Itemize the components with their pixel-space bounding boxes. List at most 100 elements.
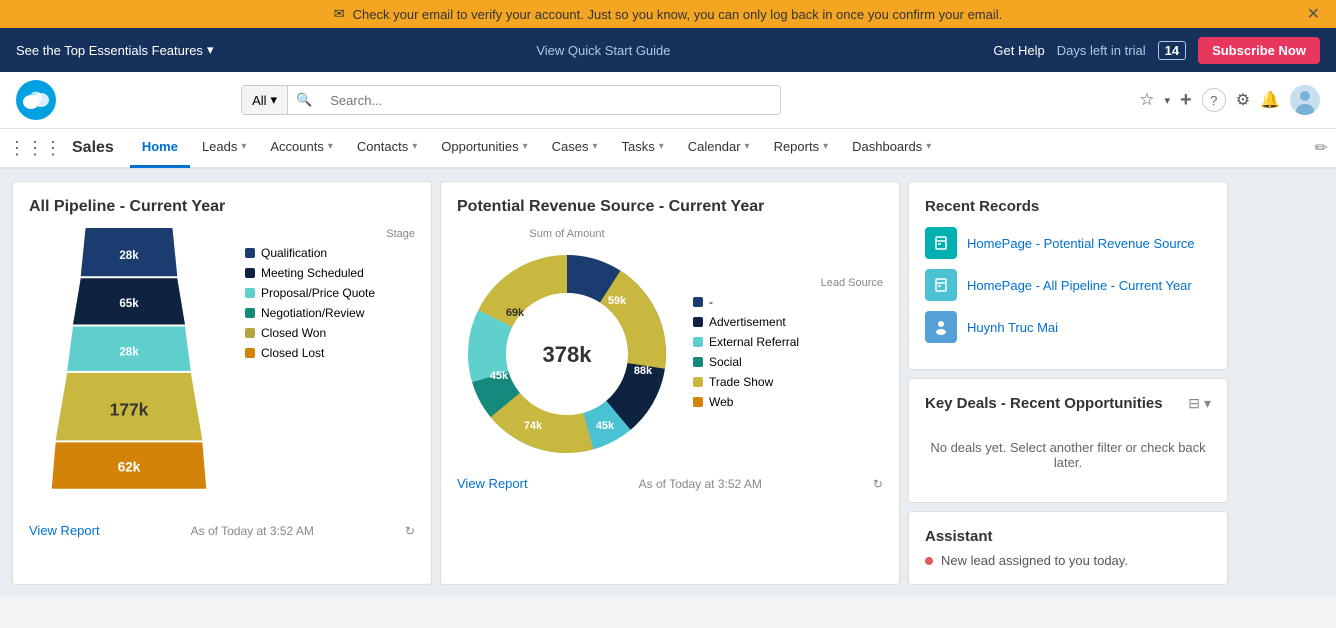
avatar[interactable] — [1290, 85, 1320, 115]
key-deals-card: Key Deals - Recent Opportunities ⊟ ▾ No … — [908, 378, 1228, 503]
svg-text:28k: 28k — [119, 346, 139, 358]
revenue-card-title: Potential Revenue Source - Current Year — [457, 198, 883, 216]
search-icon: 🔍 — [288, 86, 320, 114]
svg-text:45k: 45k — [490, 370, 509, 382]
svg-text:88k: 88k — [634, 365, 653, 377]
record-item-2: HomePage - All Pipeline - Current Year — [925, 269, 1211, 301]
donut-area: Sum of Amount — [457, 228, 883, 464]
svg-text:74k: 74k — [524, 420, 543, 432]
legend-negotiation: Negotiation/Review — [245, 306, 415, 320]
top-icon-row: ☆ ▾ + ? ⚙ 🔔 — [1139, 85, 1320, 115]
donut-legend-social: Social — [693, 355, 883, 369]
svg-text:177k: 177k — [110, 399, 149, 419]
pipeline-view-report-link[interactable]: View Report — [29, 523, 100, 538]
legend-meeting-scheduled: Meeting Scheduled — [245, 266, 415, 280]
svg-text:65k: 65k — [119, 298, 139, 310]
right-panel: Recent Records HomePage - Potential Reve… — [908, 181, 1228, 585]
record-link-1[interactable]: HomePage - Potential Revenue Source — [967, 236, 1195, 251]
donut-legend-label-4: Social — [709, 355, 742, 369]
top-features-link[interactable]: See the Top Essentials Features ▾ — [16, 42, 213, 58]
filter-dropdown-icon[interactable]: ▾ — [1204, 395, 1211, 412]
nav-item-cases[interactable]: Cases ▾ — [540, 128, 610, 168]
pipeline-timestamp: As of Today at 3:52 AM — [191, 524, 314, 538]
nav-item-contacts[interactable]: Contacts ▾ — [345, 128, 429, 168]
legend-label-proposal: Proposal/Price Quote — [261, 286, 375, 300]
record-link-2[interactable]: HomePage - All Pipeline - Current Year — [967, 278, 1192, 293]
top-right-actions: Get Help Days left in trial 14 Subscribe… — [993, 37, 1320, 64]
all-label: All — [252, 93, 266, 108]
legend-label-qualification: Qualification — [261, 246, 327, 260]
funnel-chart: 28k 65k 28k 177k 62k — [29, 228, 229, 511]
features-label: See the Top Essentials Features — [16, 43, 203, 58]
nav-item-calendar[interactable]: Calendar ▾ — [676, 128, 762, 168]
key-deals-empty-msg: No deals yet. Select another filter or c… — [925, 424, 1211, 486]
nav-item-reports[interactable]: Reports ▾ — [762, 128, 841, 168]
funnel-area: 28k 65k 28k 177k 62k Stage — [29, 228, 415, 511]
nav-item-home[interactable]: Home — [130, 128, 190, 168]
search-row: All ▾ 🔍 ☆ ▾ + ? ⚙ 🔔 — [0, 72, 1336, 129]
get-help-link[interactable]: Get Help — [993, 43, 1044, 58]
donut-legend-blank: - — [693, 295, 883, 309]
funnel-legend: Stage Qualification Meeting Scheduled Pr… — [245, 228, 415, 366]
help-icon[interactable]: ? — [1202, 88, 1226, 112]
nav-edit-icon[interactable]: ✏ — [1315, 138, 1328, 158]
nav-grid-icon[interactable]: ⋮⋮⋮ — [8, 138, 62, 159]
salesforce-logo — [16, 80, 56, 120]
revenue-view-report-link[interactable]: View Report — [457, 476, 528, 491]
star-dropdown-icon[interactable]: ▾ — [1164, 94, 1170, 107]
record-icon-3 — [925, 311, 957, 343]
donut-legend-advertisement: Advertisement — [693, 315, 883, 329]
key-deals-title: Key Deals - Recent Opportunities — [925, 395, 1163, 412]
subscribe-button[interactable]: Subscribe Now — [1198, 37, 1320, 64]
donut-legend-web: Web — [693, 395, 883, 409]
nav-item-opportunities[interactable]: Opportunities ▾ — [429, 128, 539, 168]
content-area: All Pipeline - Current Year 28k 65k 28k — [0, 169, 1336, 597]
nav-item-dashboards[interactable]: Dashboards ▾ — [840, 128, 943, 168]
notification-bar: ✉ Check your email to verify your accoun… — [0, 0, 1336, 28]
revenue-card-footer: View Report As of Today at 3:52 AM ↻ — [457, 476, 883, 491]
revenue-card: Potential Revenue Source - Current Year … — [440, 181, 900, 585]
legend-label-closed-won: Closed Won — [261, 326, 326, 340]
pipeline-card-footer: View Report As of Today at 3:52 AM ↻ — [29, 523, 415, 538]
donut-legend-label-3: External Referral — [709, 335, 799, 349]
donut-legend-external-referral: External Referral — [693, 335, 883, 349]
record-link-3[interactable]: Huynh Truc Mai — [967, 320, 1058, 335]
bell-icon[interactable]: 🔔 — [1260, 90, 1280, 110]
nav-item-accounts[interactable]: Accounts ▾ — [258, 128, 345, 168]
filter-icon[interactable]: ⊟ — [1188, 395, 1200, 412]
donut-legend-label-1: - — [709, 295, 713, 309]
nav-app-name: Sales — [72, 139, 114, 157]
legend-proposal: Proposal/Price Quote — [245, 286, 415, 300]
lead-source-label: Lead Source — [693, 277, 883, 289]
search-input[interactable] — [320, 87, 780, 114]
donut-chart-wrap: 59k 88k 45k 74k 45k 69k 378k — [457, 244, 677, 464]
recent-records-card: Recent Records HomePage - Potential Reve… — [908, 181, 1228, 370]
pipeline-refresh-icon[interactable]: ↻ — [405, 524, 415, 538]
record-icon-1 — [925, 227, 957, 259]
add-icon[interactable]: + — [1180, 89, 1192, 112]
revenue-refresh-icon[interactable]: ↻ — [873, 477, 883, 491]
legend-qualification: Qualification — [245, 246, 415, 260]
assistant-item: New lead assigned to you today. — [925, 553, 1211, 568]
record-item-3: Huynh Truc Mai — [925, 311, 1211, 343]
record-item-1: HomePage - Potential Revenue Source — [925, 227, 1211, 259]
gear-icon[interactable]: ⚙ — [1236, 90, 1250, 110]
donut-legend-label-2: Advertisement — [709, 315, 786, 329]
svg-text:28k: 28k — [119, 250, 139, 262]
quick-start-link[interactable]: View Quick Start Guide — [536, 43, 670, 58]
days-trial-label: Days left in trial — [1057, 43, 1146, 58]
features-chevron: ▾ — [207, 42, 214, 58]
nav-item-tasks[interactable]: Tasks ▾ — [610, 128, 676, 168]
search-all-button[interactable]: All ▾ — [242, 86, 288, 114]
svg-text:59k: 59k — [608, 295, 627, 307]
donut-legend-label-5: Trade Show — [709, 375, 773, 389]
legend-title: Stage — [245, 228, 415, 240]
svg-text:378k: 378k — [543, 342, 593, 367]
close-icon[interactable]: ✕ — [1307, 4, 1320, 24]
nav-item-leads[interactable]: Leads ▾ — [190, 128, 258, 168]
star-icon[interactable]: ☆ — [1139, 90, 1154, 110]
pipeline-card-title: All Pipeline - Current Year — [29, 198, 415, 216]
recent-records-title: Recent Records — [925, 198, 1211, 215]
main-nav: ⋮⋮⋮ Sales Home Leads ▾ Accounts ▾ Contac… — [0, 129, 1336, 169]
all-chevron: ▾ — [271, 92, 278, 108]
